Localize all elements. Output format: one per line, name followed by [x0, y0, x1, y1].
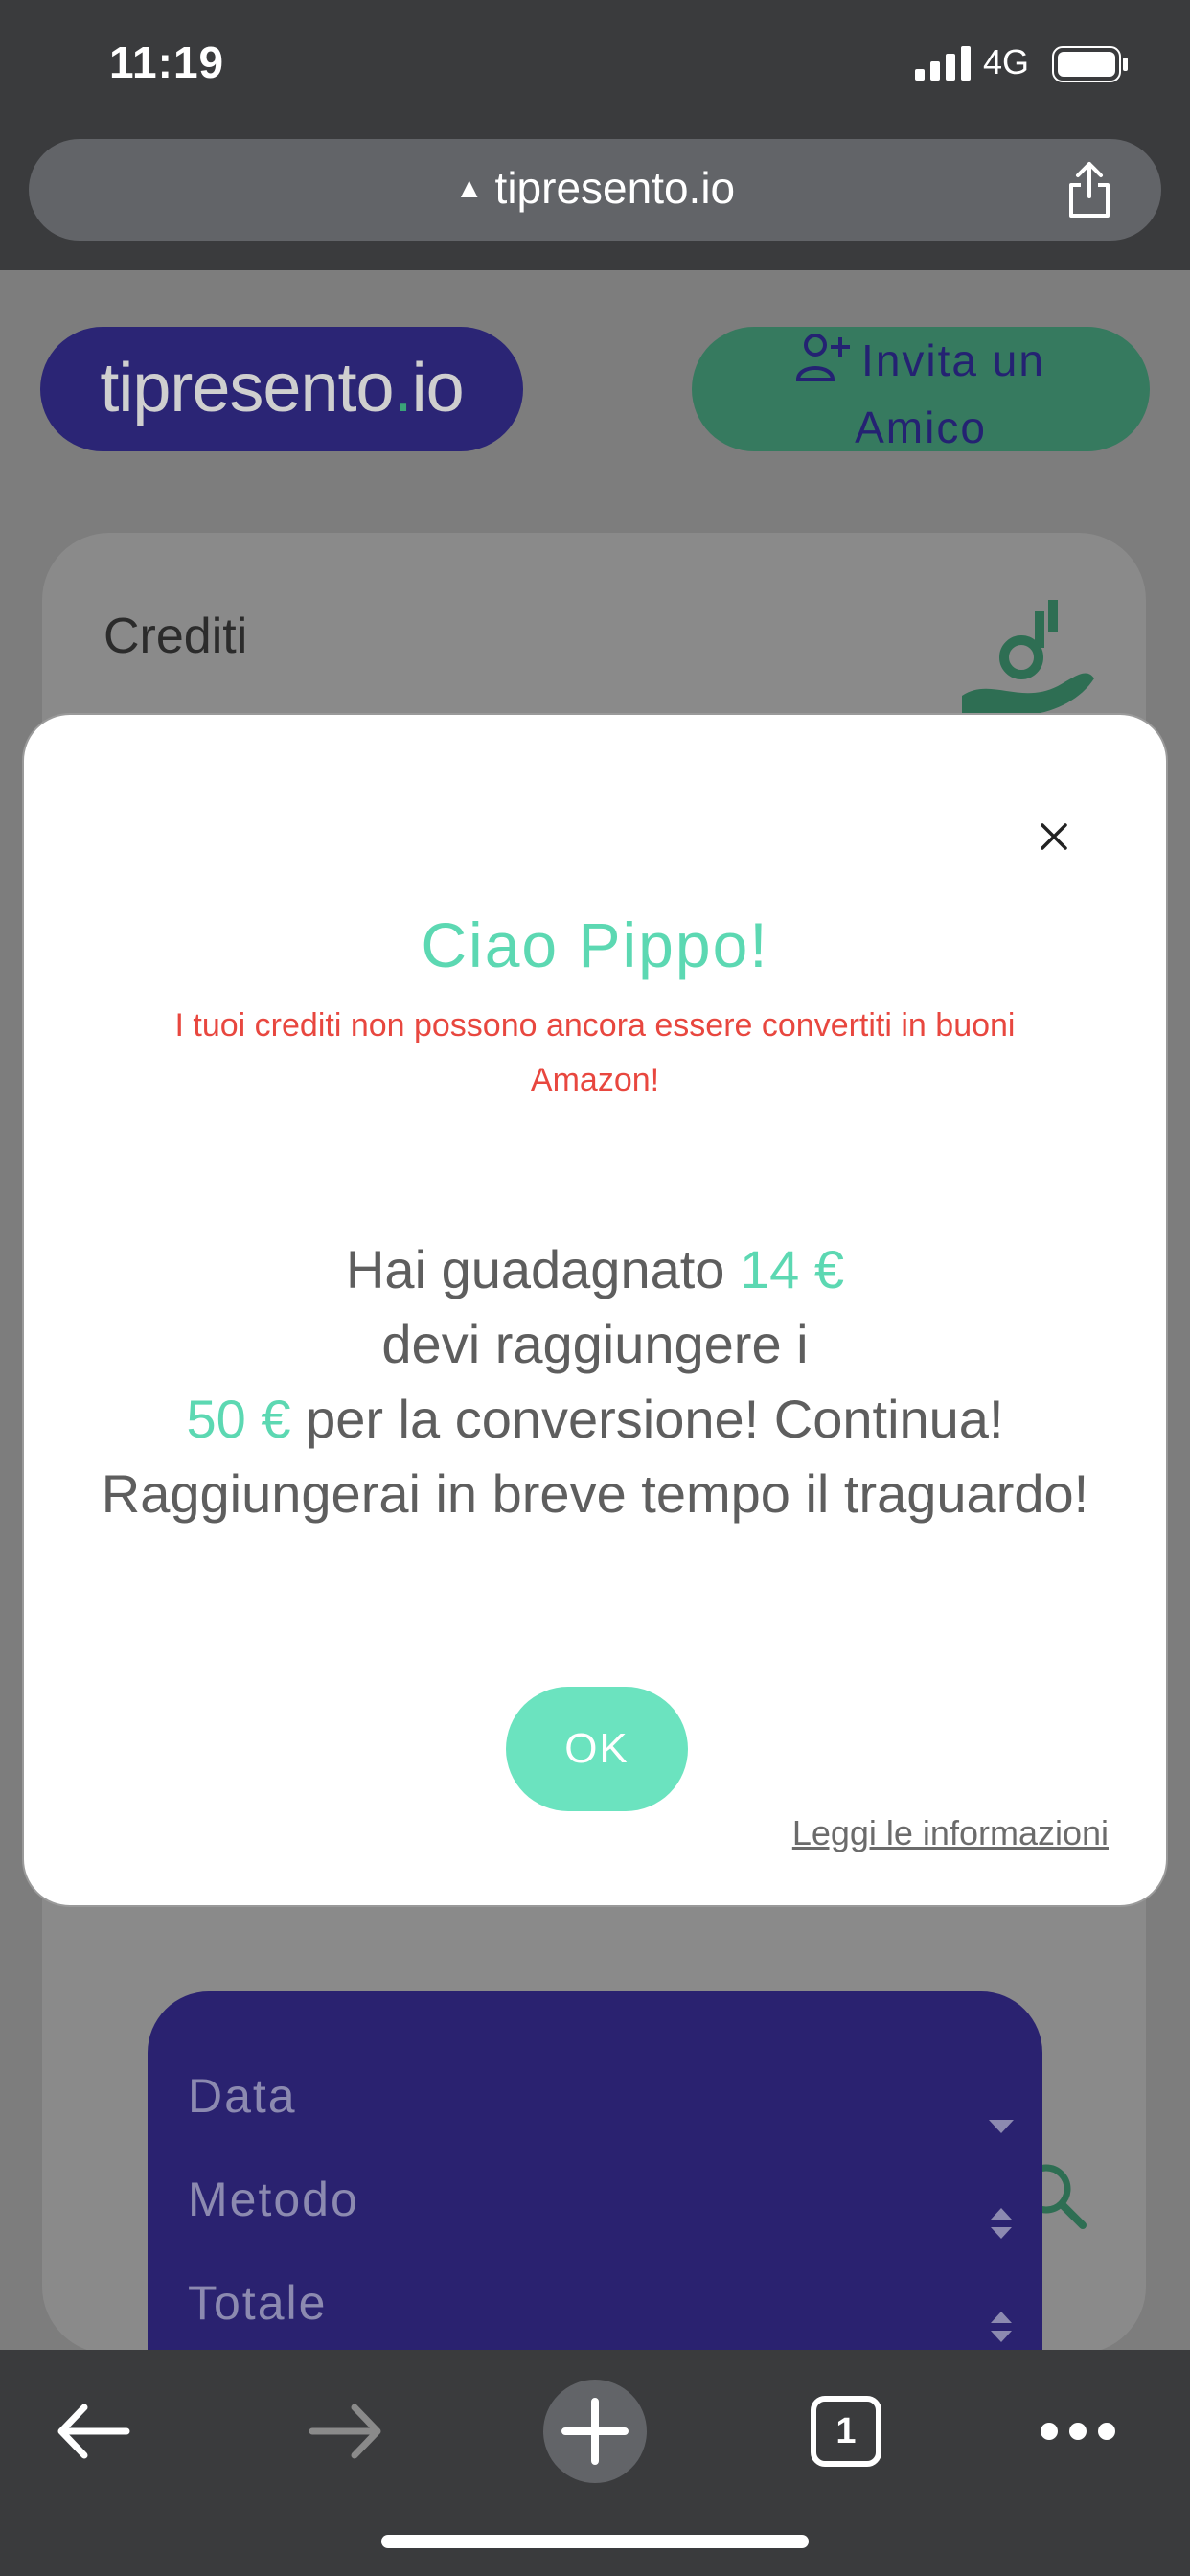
sort-both-icon[interactable]: [987, 2308, 1016, 2346]
sort-down-icon[interactable]: [987, 2106, 1016, 2145]
status-time: 11:19: [109, 37, 225, 87]
close-icon[interactable]: [1038, 820, 1070, 853]
url-text[interactable]: ▲ tipresento.io: [29, 162, 1161, 214]
address-bar[interactable]: ▲ tipresento.io: [29, 139, 1161, 241]
coin-hand-icon: [962, 600, 1094, 715]
brand-logo[interactable]: tipresento.io: [40, 327, 523, 451]
tabs-count: 1: [835, 2411, 857, 2451]
warning-icon: ▲: [454, 172, 484, 204]
progress-message: Hai guadagnato 14 € devi raggiungere i 5…: [101, 1239, 1089, 1524]
status-bar: 11:19 4G: [0, 0, 1190, 134]
column-header-method[interactable]: Metodo: [188, 2172, 359, 2227]
share-icon[interactable]: [1065, 160, 1113, 219]
home-indicator[interactable]: [381, 2535, 809, 2548]
earned-amount: 14 €: [740, 1239, 844, 1300]
battery-icon: [1052, 46, 1128, 82]
goal-amount: 50 €: [186, 1389, 291, 1449]
add-user-icon: [796, 334, 851, 381]
column-header-date[interactable]: Data: [188, 2068, 297, 2124]
transactions-table-header: Data Metodo Totale: [148, 1991, 1042, 2350]
tabs-button[interactable]: 1: [793, 2379, 899, 2484]
back-arrow-icon[interactable]: [42, 2379, 148, 2484]
modal-greeting: Ciao Pippo!: [421, 909, 769, 980]
forward-arrow-icon[interactable]: [291, 2379, 397, 2484]
credits-title: Crediti: [103, 609, 248, 664]
network-type: 4G: [983, 42, 1030, 81]
signal-icon: [915, 46, 971, 80]
invite-friend-button[interactable]: Invita un Amico: [692, 327, 1150, 452]
credits-modal: Ciao Pippo! I tuoi crediti non possono a…: [22, 713, 1168, 1907]
more-options-icon[interactable]: [1025, 2379, 1131, 2484]
sort-both-icon[interactable]: [987, 2204, 1016, 2242]
read-info-link[interactable]: Leggi le informazioni: [792, 1813, 1109, 1853]
conversion-warning: I tuoi crediti non possono ancora essere…: [174, 1007, 1016, 1098]
column-header-total[interactable]: Totale: [188, 2275, 327, 2331]
new-tab-plus-icon[interactable]: [542, 2379, 648, 2484]
ok-button[interactable]: OK: [506, 1687, 688, 1811]
